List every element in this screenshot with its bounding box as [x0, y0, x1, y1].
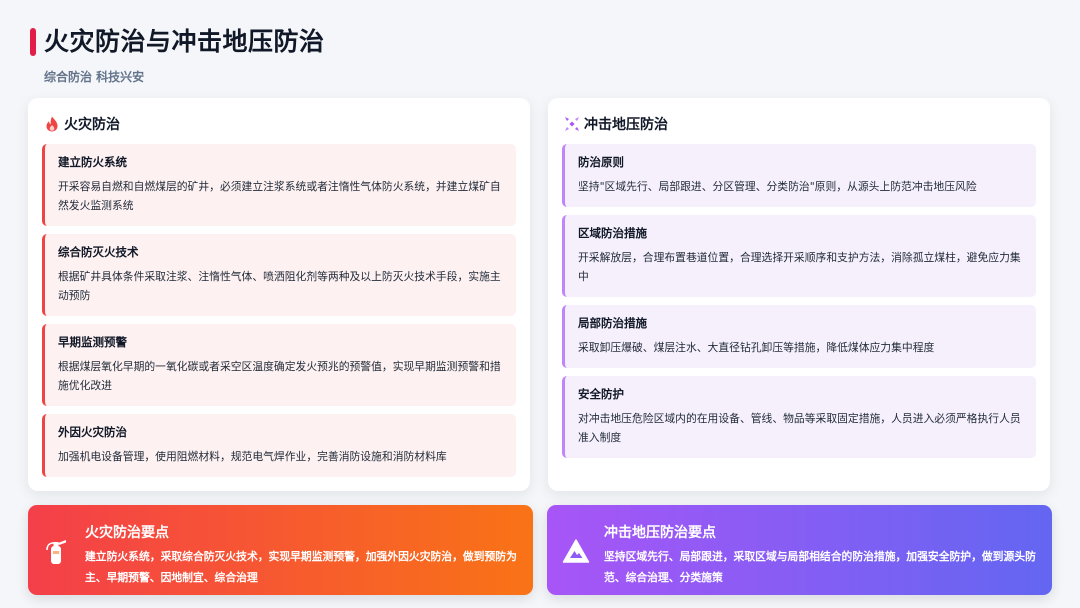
- fire-item-text: 开采容易自燃和自燃煤层的矿井，必须建立注浆系统或者注惰性气体防火系统，并建立煤矿…: [58, 180, 501, 212]
- rock-item: 局部防治措施 采取卸压爆破、煤层注水、大直径钻孔卸压等措施，降低煤体应力集中程度: [562, 305, 1036, 368]
- rock-item-text: 坚持"区域先行、局部跟进、分区管理、分类防治"原则，从源头上防范冲击地压风险: [578, 180, 977, 193]
- fire-prevention-panel: 火灾防治 建立防火系统 开采容易自燃和自燃煤层的矿井，必须建立注浆系统或者注惰性…: [28, 98, 530, 491]
- rock-item: 防治原则 坚持"区域先行、局部跟进、分区管理、分类防治"原则，从源头上防范冲击地…: [562, 144, 1036, 207]
- rock-item-text: 对冲击地压危险区域内的在用设备、管线、物品等采取固定措施，人员进入必须严格执行人…: [578, 412, 1021, 444]
- fire-panel-header: 火灾防治: [44, 114, 120, 134]
- rock-summary-text: 坚持区域先行、局部跟进，采取区域与局部相结合的防治措施，加强安全防护，做到源头防…: [604, 550, 1036, 584]
- rock-summary-title: 冲击地压防治要点: [604, 525, 716, 541]
- fire-item: 建立防火系统 开采容易自燃和自燃煤层的矿井，必须建立注浆系统或者注惰性气体防火系…: [42, 144, 516, 226]
- fire-summary-card: 火灾防治要点 建立防火系统，采取综合防灭火技术，实现早期监测预警，加强外因火灾防…: [28, 505, 533, 595]
- page-title: 火灾防治与冲击地压防治: [44, 27, 325, 56]
- rock-summary-card: 冲击地压防治要点 坚持区域先行、局部跟进，采取区域与局部相结合的防治措施，加强安…: [547, 505, 1052, 595]
- fire-extinguisher-icon: [42, 536, 72, 566]
- fire-item-list: 建立防火系统 开采容易自燃和自燃煤层的矿井，必须建立注浆系统或者注惰性气体防火系…: [42, 144, 516, 485]
- fire-summary-text: 建立防火系统，采取综合防灭火技术，实现早期监测预警，加强外因火灾防治，做到预防为…: [85, 550, 517, 584]
- fire-item-title: 外因火灾防治: [58, 425, 127, 439]
- slide: 火灾防治与冲击地压防治 综合防治 科技兴安 火灾防治 建立防火系统 开采容易自燃…: [0, 0, 1080, 608]
- rock-item-title: 安全防护: [578, 387, 624, 401]
- rock-item-text: 开采解放层，合理布置巷道位置，合理选择开采顺序和支护方法，消除孤立煤柱，避免应力…: [578, 251, 1021, 283]
- fire-item: 外因火灾防治 加强机电设备管理，使用阻燃材料，规范电气焊作业，完善消防设施和消防…: [42, 414, 516, 477]
- title-accent-bar: [30, 28, 36, 56]
- rock-item: 安全防护 对冲击地压危险区域内的在用设备、管线、物品等采取固定措施，人员进入必须…: [562, 376, 1036, 458]
- rock-item-text: 采取卸压爆破、煤层注水、大直径钻孔卸压等措施，降低煤体应力集中程度: [578, 341, 935, 354]
- fire-item: 综合防灭火技术 根据矿井具体条件采取注浆、注惰性气体、喷洒阻化剂等两种及以上防灭…: [42, 234, 516, 316]
- fire-item-title: 建立防火系统: [58, 155, 127, 169]
- rock-item-title: 区域防治措施: [578, 226, 647, 240]
- fire-item-title: 综合防灭火技术: [58, 245, 139, 259]
- rock-item-list: 防治原则 坚持"区域先行、局部跟进、分区管理、分类防治"原则，从源头上防范冲击地…: [562, 144, 1036, 466]
- warning-triangle-icon: [561, 536, 591, 566]
- rock-panel-header: 冲击地压防治: [564, 114, 668, 134]
- rock-item-title: 局部防治措施: [578, 316, 647, 330]
- page-subtitle: 综合防治 科技兴安: [44, 70, 145, 84]
- fire-item-text: 根据煤层氧化早期的一氧化碳或者采空区温度确定发火预兆的预警值，实现早期监测预警和…: [58, 360, 501, 392]
- fire-panel-title: 火灾防治: [64, 117, 120, 133]
- fire-item-title: 早期监测预警: [58, 335, 127, 349]
- flame-icon: [44, 116, 60, 132]
- fire-item-text: 根据矿井具体条件采取注浆、注惰性气体、喷洒阻化剂等两种及以上防灭火技术手段，实施…: [58, 270, 501, 302]
- rock-burst-panel: 冲击地压防治 防治原则 坚持"区域先行、局部跟进、分区管理、分类防治"原则，从源…: [548, 98, 1050, 491]
- burst-icon: [564, 116, 580, 132]
- fire-summary-title: 火灾防治要点: [85, 525, 169, 541]
- rock-item-title: 防治原则: [578, 155, 624, 169]
- rock-panel-title: 冲击地压防治: [584, 117, 668, 133]
- fire-item: 早期监测预警 根据煤层氧化早期的一氧化碳或者采空区温度确定发火预兆的预警值，实现…: [42, 324, 516, 406]
- rock-item: 区域防治措施 开采解放层，合理布置巷道位置，合理选择开采顺序和支护方法，消除孤立…: [562, 215, 1036, 297]
- fire-item-text: 加强机电设备管理，使用阻燃材料，规范电气焊作业，完善消防设施和消防材料库: [58, 450, 447, 463]
